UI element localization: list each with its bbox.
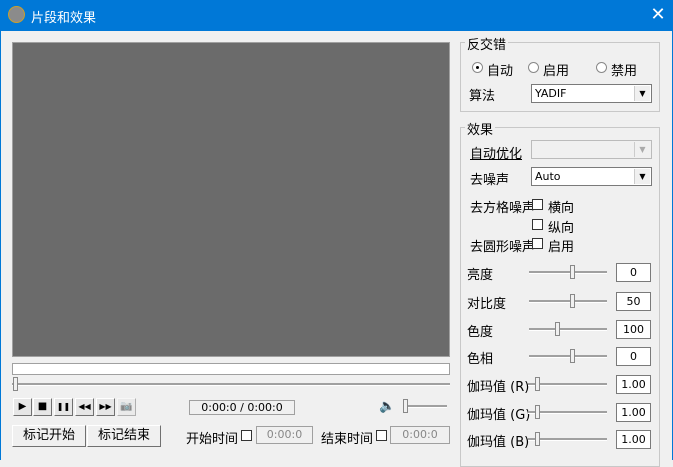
effect-slider[interactable] (529, 300, 607, 303)
denoise-value: Auto (535, 170, 561, 183)
slider-value-field[interactable]: 1.00 (616, 403, 651, 422)
effect-slider[interactable] (529, 271, 607, 274)
deblock-label: 去方格噪声 (470, 201, 536, 216)
slider-value-field[interactable]: 100 (616, 320, 651, 339)
slider-label: 亮度 (467, 268, 494, 283)
title-bar: 片段和效果 ✕ (0, 0, 673, 31)
algorithm-label: 算法 (469, 89, 496, 104)
dering-enable-checkbox[interactable] (532, 238, 543, 249)
slider-label: 伽玛值 (G) (467, 408, 531, 423)
slider-label: 伽玛值 (R) (467, 380, 530, 395)
end-time-field[interactable]: 0:00:0 (390, 426, 450, 444)
deblock-horizontal-label[interactable]: 横向 (548, 197, 574, 216)
close-button[interactable]: ✕ (648, 4, 668, 25)
mark-end-button[interactable]: 标记结束 (87, 425, 161, 447)
start-time-checkbox[interactable] (241, 430, 252, 441)
slider-value-field[interactable]: 0 (616, 347, 651, 366)
radio-enable[interactable] (528, 62, 539, 73)
radio-disable-label[interactable]: 禁用 (611, 60, 637, 79)
slider-value-field[interactable]: 1.00 (616, 375, 651, 394)
slider-value-field[interactable]: 0 (616, 263, 651, 282)
radio-auto-label[interactable]: 自动 (487, 60, 513, 79)
snapshot-button[interactable]: 📷 (117, 398, 136, 416)
algorithm-select[interactable]: YADIF ▼ (531, 84, 652, 103)
dering-enable-label[interactable]: 启用 (548, 236, 574, 255)
effect-slider[interactable] (529, 355, 607, 358)
deblock-horizontal-checkbox[interactable] (532, 199, 543, 210)
radio-disable[interactable] (596, 62, 607, 73)
denoise-select[interactable]: Auto ▼ (531, 167, 652, 186)
start-time-field[interactable]: 0:00:0 (256, 426, 313, 444)
seek-slider-thumb[interactable] (13, 377, 18, 391)
chevron-down-icon[interactable]: ▼ (634, 86, 650, 101)
radio-enable-label[interactable]: 启用 (543, 60, 569, 79)
pause-button[interactable]: ❚❚ (54, 398, 73, 416)
effect-slider-thumb[interactable] (555, 322, 560, 336)
window-border (0, 31, 1, 460)
effect-slider-thumb[interactable] (535, 377, 540, 391)
rewind-button[interactable]: ◀◀ (75, 398, 94, 416)
radio-auto[interactable] (472, 62, 483, 73)
deblock-vertical-label[interactable]: 纵向 (548, 217, 574, 236)
slider-label: 色度 (467, 325, 494, 340)
slider-label: 伽玛值 (B) (467, 435, 530, 450)
effect-slider-thumb[interactable] (535, 432, 540, 446)
auto-optimize-select: ▼ (531, 140, 652, 159)
volume-slider-thumb[interactable] (403, 399, 408, 413)
slider-label: 对比度 (467, 297, 507, 312)
window-title: 片段和效果 (31, 11, 97, 26)
forward-button[interactable]: ▶▶ (96, 398, 115, 416)
progress-bar (12, 363, 450, 375)
volume-slider[interactable] (403, 405, 447, 408)
video-preview (12, 42, 450, 357)
stop-button[interactable]: ■ (33, 398, 52, 416)
chevron-down-icon: ▼ (634, 142, 650, 157)
slider-value-field[interactable]: 1.00 (616, 430, 651, 449)
effect-slider[interactable] (529, 328, 607, 331)
effects-title: 效果 (465, 119, 496, 138)
algorithm-value: YADIF (535, 87, 567, 100)
effect-slider-thumb[interactable] (570, 265, 575, 279)
effect-slider-thumb[interactable] (570, 294, 575, 308)
seek-slider[interactable] (12, 383, 450, 386)
play-button[interactable]: ▶ (13, 398, 32, 416)
volume-icon[interactable]: 🔈 (379, 399, 395, 414)
denoise-label: 去噪声 (470, 173, 510, 188)
start-time-label: 开始时间 (186, 432, 239, 447)
effect-slider-thumb[interactable] (535, 405, 540, 419)
deblock-vertical-checkbox[interactable] (532, 219, 543, 230)
end-time-checkbox[interactable] (376, 430, 387, 441)
dering-label: 去圆形噪声 (470, 240, 536, 255)
chevron-down-icon[interactable]: ▼ (634, 169, 650, 184)
effect-slider-thumb[interactable] (570, 349, 575, 363)
app-icon (8, 6, 25, 23)
end-time-label: 结束时间 (321, 432, 374, 447)
auto-optimize-label: 自动优化 (470, 147, 523, 162)
slider-value-field[interactable]: 50 (616, 292, 651, 311)
slider-label: 色相 (467, 352, 494, 367)
deinterlace-title: 反交错 (465, 34, 509, 53)
time-display: 0:00:0 / 0:00:0 (189, 400, 295, 415)
mark-start-button[interactable]: 标记开始 (12, 425, 86, 447)
